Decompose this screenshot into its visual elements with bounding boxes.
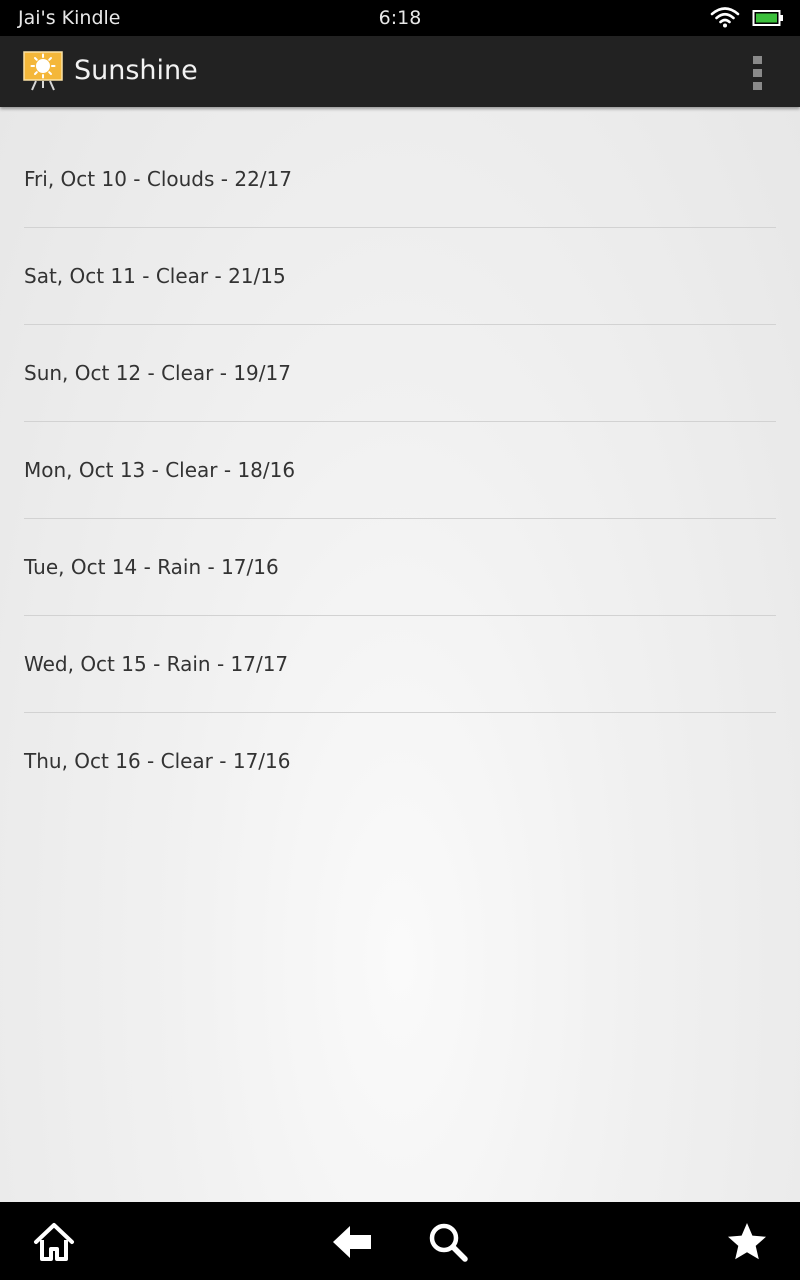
forecast-item-label: Thu, Oct 16 - Clear - 17/16 [24, 749, 291, 773]
forecast-item[interactable]: Sun, Oct 12 - Clear - 19/17 [24, 325, 776, 422]
search-icon[interactable] [427, 1221, 469, 1263]
forecast-item[interactable]: Fri, Oct 10 - Clouds - 22/17 [24, 131, 776, 228]
nav-bar [0, 1202, 800, 1280]
overflow-dot [753, 56, 762, 64]
overflow-dot [753, 82, 762, 90]
wifi-icon [710, 7, 740, 28]
status-time: 6:18 [378, 7, 422, 29]
forecast-item[interactable]: Mon, Oct 13 - Clear - 18/16 [24, 422, 776, 519]
overflow-dot [753, 69, 762, 77]
forecast-item-label: Fri, Oct 10 - Clouds - 22/17 [24, 167, 292, 191]
status-bar: Jai's Kindle 6:18 [0, 0, 800, 36]
star-icon[interactable] [726, 1221, 768, 1263]
forecast-item-label: Wed, Oct 15 - Rain - 17/17 [24, 652, 289, 676]
overflow-menu-icon[interactable] [740, 50, 776, 94]
forecast-item-label: Mon, Oct 13 - Clear - 18/16 [24, 458, 296, 482]
forecast-list: Fri, Oct 10 - Clouds - 22/17 Sat, Oct 11… [24, 131, 776, 809]
action-bar: Sunshine [0, 36, 800, 107]
forecast-item-label: Sun, Oct 12 - Clear - 19/17 [24, 361, 291, 385]
forecast-item[interactable]: Thu, Oct 16 - Clear - 17/16 [24, 713, 776, 809]
forecast-item[interactable]: Tue, Oct 14 - Rain - 17/16 [24, 519, 776, 616]
forecast-item-label: Tue, Oct 14 - Rain - 17/16 [24, 555, 279, 579]
forecast-item-label: Sat, Oct 11 - Clear - 21/15 [24, 264, 286, 288]
app-title: Sunshine [74, 55, 198, 86]
back-arrow-icon[interactable] [331, 1221, 373, 1263]
forecast-item[interactable]: Sat, Oct 11 - Clear - 21/15 [24, 228, 776, 325]
home-icon[interactable] [33, 1221, 75, 1263]
sun-icon[interactable] [22, 50, 64, 92]
battery-icon [752, 10, 783, 26]
forecast-item[interactable]: Wed, Oct 15 - Rain - 17/17 [24, 616, 776, 713]
